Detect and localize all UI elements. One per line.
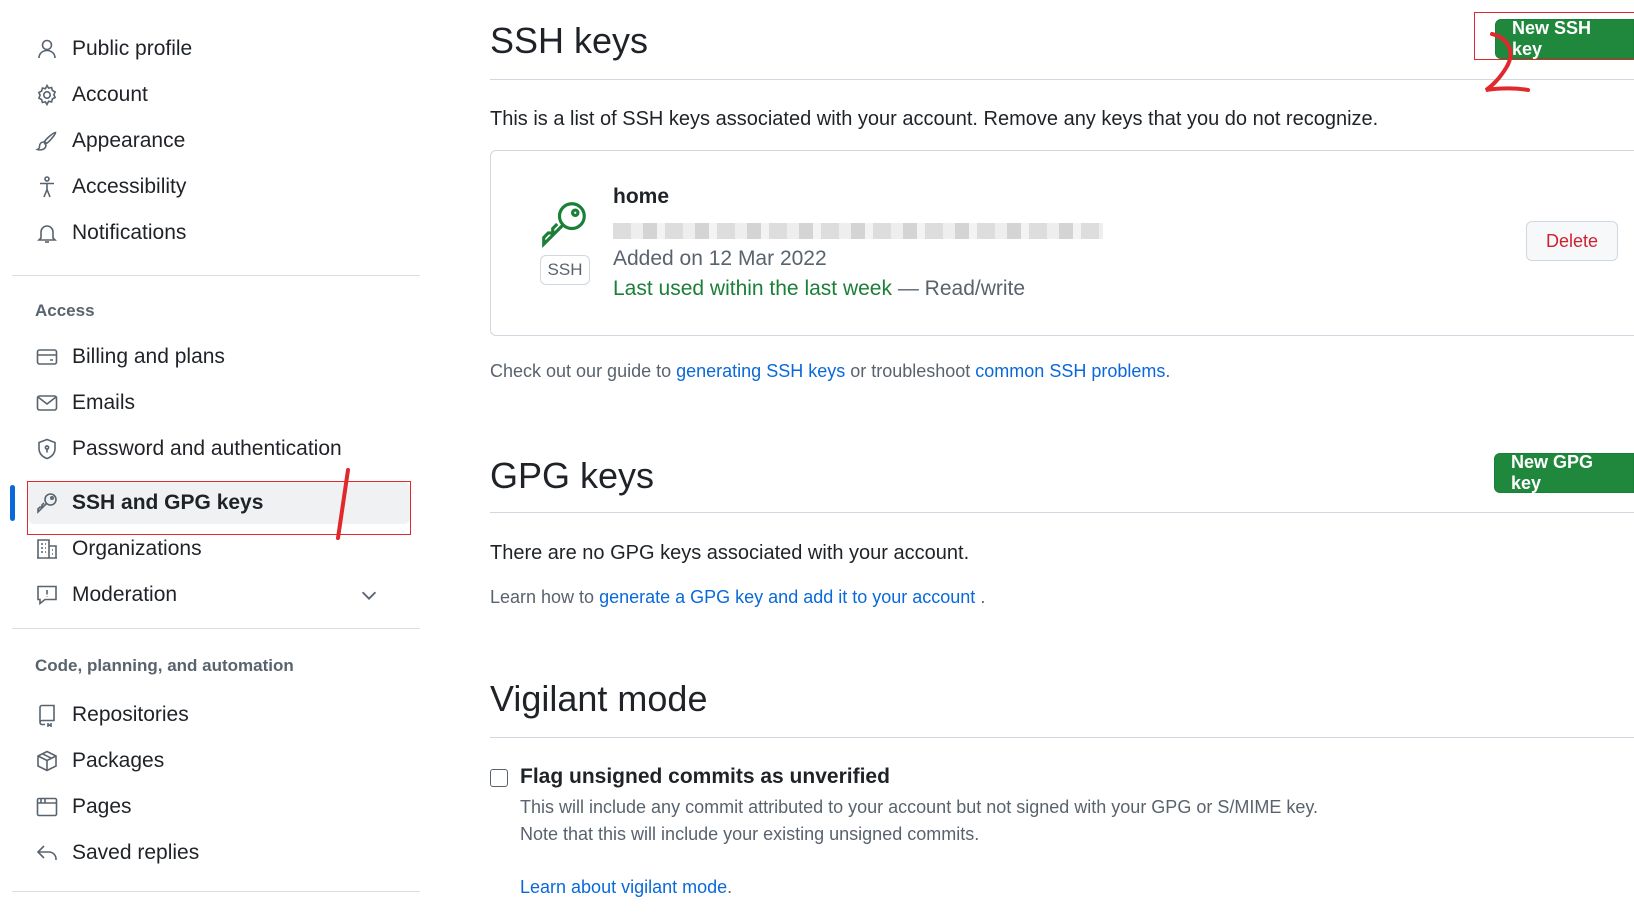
sidebar-item-label: Emails [72, 391, 136, 414]
sidebar-item-label: Appearance [72, 129, 186, 152]
vigilant-mode-heading: Vigilant mode [490, 678, 708, 719]
sidebar-item-label: Notifications [72, 221, 187, 244]
annotation-mark-1 [336, 468, 350, 540]
key-fingerprint-redacted [613, 223, 1103, 239]
sidebar-item-label: Moderation [72, 583, 178, 606]
sidebar-item-label: Saved replies [72, 841, 200, 864]
checkbox-description-1: This will include any commit attributed … [520, 797, 1319, 817]
reply-icon [34, 840, 60, 866]
package-icon [34, 748, 60, 774]
sidebar-item-label: Billing and plans [72, 345, 225, 368]
sidebar-heading-code: Code, planning, and automation [35, 656, 294, 675]
sidebar-item-repositories[interactable]: Repositories [28, 694, 410, 736]
delete-key-button[interactable]: Delete [1526, 221, 1618, 261]
learn-prefix: Learn how to [490, 587, 600, 607]
sidebar-item-password-authentication[interactable]: Password and authentication [28, 428, 410, 470]
shield-icon [34, 436, 60, 462]
checkbox-description-2: Note that this will include your existin… [520, 824, 980, 844]
sidebar-item-label: Repositories [72, 703, 189, 726]
gpg-empty-text: There are no GPG keys associated with yo… [490, 542, 970, 564]
sidebar-item-accessibility[interactable]: Accessibility [28, 166, 410, 208]
person-icon [34, 36, 60, 62]
ssh-guide-text: Check out our guide to generating SSH ke… [490, 361, 1170, 382]
key-title: home [613, 185, 670, 208]
learn-suffix: . [727, 877, 733, 897]
sidebar-item-label: Organizations [72, 537, 202, 560]
sidebar-item-pages[interactable]: Pages [28, 786, 410, 828]
bell-icon [34, 220, 60, 246]
paintbrush-icon [34, 128, 60, 154]
sidebar-item-appearance[interactable]: Appearance [28, 120, 410, 162]
key-last-used: Last used within the last week — Read/wr… [613, 277, 1025, 301]
flag-unsigned-commits-checkbox[interactable] [490, 769, 508, 787]
active-indicator [10, 485, 15, 521]
section-divider [490, 79, 1634, 80]
sidebar-item-label: Accessibility [72, 175, 187, 198]
sidebar-item-label: Password and authentication [72, 437, 342, 460]
chevron-down-icon[interactable] [358, 584, 380, 606]
sidebar-item-label: Packages [72, 749, 165, 772]
ssh-badge: SSH [540, 255, 590, 285]
browser-icon [34, 794, 60, 820]
sidebar-item-packages[interactable]: Packages [28, 740, 410, 782]
credit-card-icon [34, 344, 60, 370]
key-access: — Read/write [892, 277, 1026, 300]
sidebar-divider [12, 891, 420, 892]
section-divider [490, 512, 1634, 513]
sidebar-item-account[interactable]: Account [28, 74, 410, 116]
guide-suffix: . [1165, 361, 1171, 381]
sidebar-divider [12, 628, 420, 629]
gpg-learn-text: Learn how to generate a GPG key and add … [490, 587, 985, 608]
ssh-key-card: SSH home Added on 12 Mar 2022 Last used … [490, 150, 1634, 336]
section-divider [490, 737, 1634, 738]
key-last-used-text: Last used within the last week [613, 277, 892, 300]
learn-suffix: . [975, 587, 986, 607]
sidebar-divider [12, 275, 420, 276]
sidebar-item-label: Public profile [72, 37, 193, 60]
checkbox-label: Flag unsigned commits as unverified [520, 765, 890, 788]
generating-ssh-keys-link[interactable]: generating SSH keys [676, 361, 845, 381]
repo-icon [34, 702, 60, 728]
organization-icon [34, 536, 60, 562]
sidebar-item-notifications[interactable]: Notifications [28, 212, 410, 254]
accessibility-icon [34, 174, 60, 200]
sidebar-item-emails[interactable]: Emails [28, 382, 410, 424]
mail-icon [34, 390, 60, 416]
guide-mid: or troubleshoot [845, 361, 976, 381]
sidebar-item-label: Account [72, 83, 148, 106]
settings-sidebar: Public profile Account Appearance Access… [0, 0, 420, 921]
learn-vigilant-mode-link[interactable]: Learn about vigilant mode [520, 877, 727, 897]
key-icon [542, 202, 586, 249]
sidebar-item-public-profile[interactable]: Public profile [28, 28, 410, 70]
key-added-date: Added on 12 Mar 2022 [613, 247, 827, 270]
sidebar-item-moderation[interactable]: Moderation [28, 574, 410, 616]
generate-gpg-key-link[interactable]: generate a GPG key and add it to your ac… [599, 587, 975, 607]
ssh-description: This is a list of SSH keys associated wi… [490, 108, 1379, 130]
report-icon [34, 582, 60, 608]
vigilant-learn-text: Learn about vigilant mode. [520, 877, 732, 898]
sidebar-item-label: Pages [72, 795, 132, 818]
new-gpg-key-button[interactable]: New GPG key [1494, 452, 1634, 493]
gpg-keys-heading: GPG keys [490, 455, 655, 496]
gear-icon [34, 82, 60, 108]
sidebar-heading-access: Access [35, 301, 95, 320]
sidebar-item-saved-replies[interactable]: Saved replies [28, 832, 410, 874]
guide-prefix: Check out our guide to [490, 361, 677, 381]
sidebar-item-billing[interactable]: Billing and plans [28, 336, 410, 378]
settings-main: SSH keys New SSH key This is a list of S… [490, 0, 1634, 921]
common-ssh-problems-link[interactable]: common SSH problems [975, 361, 1165, 381]
ssh-keys-heading: SSH keys [490, 20, 649, 61]
annotation-mark-2 [1484, 32, 1530, 92]
